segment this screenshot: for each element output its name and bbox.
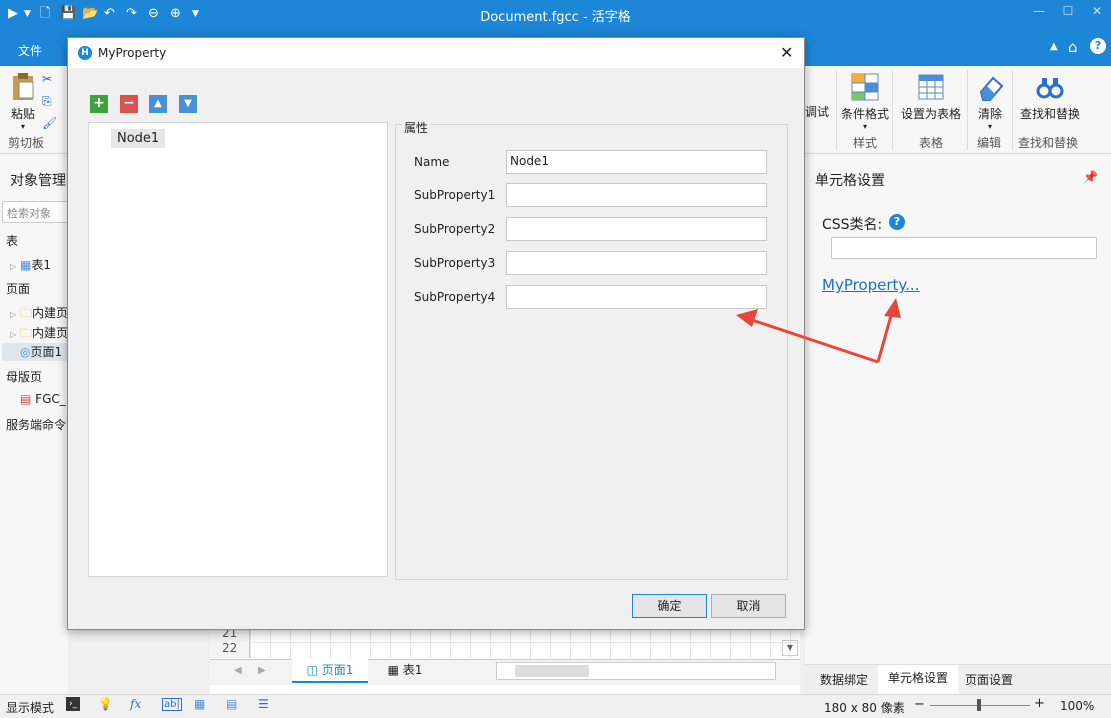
annotation-arrows <box>736 298 901 364</box>
arrow-to-link-head <box>884 298 901 318</box>
arrow-to-dialog <box>751 318 879 364</box>
arrow-to-dialog-head <box>736 309 758 327</box>
arrow-to-link <box>876 311 894 363</box>
